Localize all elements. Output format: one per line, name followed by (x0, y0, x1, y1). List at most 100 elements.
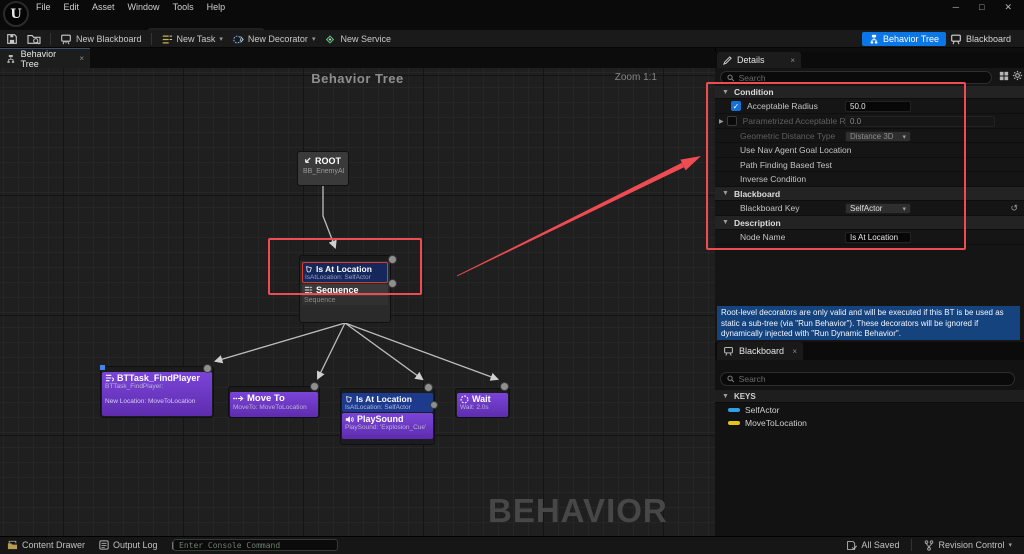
content-drawer-label: Content Drawer (22, 540, 86, 550)
statusbar-separator (911, 539, 913, 551)
dropdown-value: SelfActor (850, 204, 883, 213)
new-blackboard-button[interactable]: New Blackboard (60, 33, 142, 45)
new-service-button[interactable]: New Service (324, 34, 391, 45)
node-bttask-findplayer[interactable]: BTTask_FindPlayer BTTask_FindPlayer: New… (100, 366, 214, 418)
output-log-button[interactable]: Output Log (99, 540, 158, 550)
root-title: ROOT (315, 156, 341, 166)
chevron-down-icon: ▾ (311, 36, 316, 43)
blackboard-search-input[interactable] (738, 374, 1008, 384)
key-type-pill (728, 408, 740, 412)
wait-pin[interactable] (500, 382, 509, 391)
dropdown-value: Distance 3D (850, 132, 894, 141)
chevron-down-icon: ▾ (219, 36, 223, 43)
revision-control-button[interactable]: Revision Control ▾ (924, 539, 1012, 551)
reset-to-default-icon[interactable]: ↺ (1010, 203, 1018, 214)
menu-edit[interactable]: Edit (64, 2, 80, 12)
behavior-tree-graph-canvas[interactable]: Behavior Tree Zoom 1:1 BEHAVIOR TREE RO (0, 68, 715, 536)
details-search[interactable] (720, 71, 992, 84)
node-name-input[interactable]: Is At Location (845, 232, 911, 243)
caret-down-icon: ▼ (722, 392, 729, 400)
browse-asset-button[interactable] (27, 33, 41, 45)
settings-gear-icon[interactable] (1012, 70, 1023, 81)
wait-title: Wait (472, 394, 491, 404)
close-tab-icon[interactable]: × (790, 56, 795, 65)
node-sequence[interactable]: Is At Location IsAtLocation: SelfActor S… (299, 255, 391, 323)
maximize-button[interactable]: □ (979, 2, 984, 12)
row-label: Node Name (740, 232, 786, 242)
wait-icon (460, 395, 469, 403)
close-tab-icon[interactable]: × (792, 347, 797, 356)
decorator-is-at-location-selected[interactable]: Is At Location IsAtLocation: SelfActor (302, 262, 388, 283)
expander-right-icon[interactable]: ▶ (719, 118, 724, 125)
acceptable-radius-input[interactable]: 50.0 (845, 101, 911, 112)
blackboard-tab[interactable]: Blackboard × (717, 342, 803, 360)
menu-help[interactable]: Help (207, 2, 226, 12)
section-condition[interactable]: ▼ Condition (715, 86, 1024, 99)
blackboard-search[interactable] (720, 372, 1015, 386)
blackboard-key-dropdown[interactable]: SelfActor ▾ (845, 203, 911, 214)
sequence-subtitle: Sequence (302, 296, 388, 305)
unreal-logo-icon[interactable]: U (3, 1, 29, 27)
graph-tab-behavior-tree[interactable]: Behavior Tree × (0, 48, 90, 69)
key-movetolocation[interactable]: MoveToLocation (728, 418, 807, 428)
caret-down-icon: ▼ (722, 190, 729, 197)
all-saved-indicator[interactable]: All Saved (846, 540, 899, 551)
menu-bar: File Edit Asset Window Tools Help (36, 0, 225, 14)
move-to-subtitle: MoveTo: MoveToLocation (233, 404, 307, 411)
geometric-distance-type-dropdown[interactable]: Distance 3D ▾ (845, 131, 911, 142)
display-filter-icon[interactable] (999, 71, 1009, 81)
section-blackboard[interactable]: ▼ Blackboard (715, 187, 1024, 201)
row-label: Use Nav Agent Goal Location (740, 145, 852, 155)
node-root[interactable]: ROOT BB_EnemyAI (297, 151, 349, 186)
section-label: Condition (733, 87, 774, 97)
is-at-location-pin[interactable] (424, 383, 433, 392)
close-tab-icon[interactable]: × (79, 54, 84, 63)
key-selfactor[interactable]: SelfActor (728, 405, 780, 415)
param-acceptable-radius-checkbox[interactable] (726, 116, 737, 126)
acceptable-radius-checkbox[interactable]: ✓ (731, 101, 741, 111)
new-task-label: New Task (176, 34, 216, 44)
sequence-pin-top[interactable] (388, 255, 397, 264)
findplayer-pin[interactable] (203, 364, 212, 373)
row-label: Geometric Distance Type (740, 130, 836, 141)
caret-down-icon: ▼ (722, 88, 729, 96)
chevron-down-icon: ▾ (902, 205, 906, 213)
behavior-tree-mode-button[interactable]: Behavior Tree (862, 32, 947, 46)
menu-asset[interactable]: Asset (92, 2, 115, 12)
details-tab[interactable]: Details × (717, 52, 801, 68)
menu-tools[interactable]: Tools (173, 2, 194, 12)
root-icon (305, 156, 311, 163)
revision-control-icon (925, 539, 934, 551)
sequence-decorator-pin[interactable] (388, 279, 397, 288)
move-to-icon (233, 395, 244, 402)
findplayer-subtitle: BTTask_FindPlayer: (105, 383, 164, 390)
content-drawer-button[interactable]: Content Drawer (7, 540, 85, 550)
decorator-is-at-location[interactable]: Is At Location IsAtLocation: SelfActor (342, 393, 433, 412)
menu-file[interactable]: File (36, 2, 51, 12)
decorator-observer-pin[interactable] (430, 401, 438, 409)
param-acceptable-radius-input[interactable]: 0.0 (845, 116, 995, 127)
console-command-input[interactable] (179, 540, 332, 550)
playsound-icon (345, 415, 354, 423)
node-move-to[interactable]: Move To MoveTo: MoveToLocation (228, 386, 320, 418)
task-icon (105, 374, 114, 382)
console-command-box[interactable] (173, 539, 338, 551)
move-to-pin[interactable] (310, 382, 319, 391)
new-task-button[interactable]: New Task ▾ (161, 34, 223, 45)
close-button[interactable]: ✕ (1004, 2, 1012, 13)
new-service-icon (326, 34, 335, 44)
row-path-finding: Path Finding Based Test (715, 158, 1024, 172)
section-description[interactable]: ▼ Description (715, 216, 1024, 230)
node-wait[interactable]: Wait Wait: 2.0s (455, 388, 510, 418)
node-is-at-location-playsound[interactable]: Is At Location IsAtLocation: SelfActor P… (340, 388, 435, 445)
output-log-icon (99, 540, 109, 550)
menu-window[interactable]: Window (128, 2, 160, 12)
new-decorator-button[interactable]: New Decorator ▾ (232, 34, 316, 45)
keys-section-header[interactable]: ▼ KEYS (715, 390, 1024, 403)
blackboard-mode-button[interactable]: Blackboard (950, 32, 1011, 46)
details-search-input[interactable] (738, 72, 985, 83)
window-controls: ─ □ ✕ (953, 0, 1012, 14)
root-decorator-note: Root-level decorators are only valid and… (717, 306, 1020, 340)
minimize-button[interactable]: ─ (953, 2, 959, 12)
save-button[interactable] (6, 33, 18, 45)
